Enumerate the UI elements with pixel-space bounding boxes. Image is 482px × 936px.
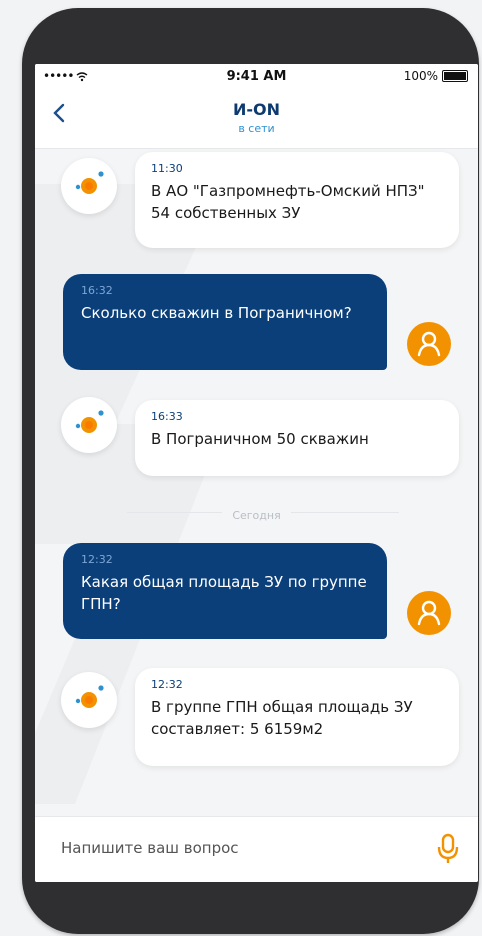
chat-header: И-ON в сети (35, 90, 478, 149)
battery-indicator: 100% (404, 69, 468, 83)
user-avatar (407, 591, 451, 635)
message-text: Сколько скважин в Пограничном? (81, 304, 352, 322)
status-bar: ••••• 9:41 AM 100% (35, 64, 478, 90)
message-bubble: 16:33 В Пограничном 50 скважин (135, 400, 459, 476)
message-text: Какая общая площадь ЗУ по группе ГПН? (81, 573, 367, 613)
message-time: 16:33 (151, 410, 183, 423)
message-bubble: 11:30 В АО "Газпромнефть-Омский НПЗ" 54 … (135, 152, 459, 248)
microphone-button[interactable] (436, 833, 460, 865)
composer: Напишите ваш вопрос (35, 816, 478, 882)
user-avatar (407, 322, 451, 366)
bot-logo-icon (75, 410, 104, 433)
message-bubble: 12:32 В группе ГПН общая площадь ЗУ сост… (135, 668, 459, 766)
battery-icon (442, 70, 468, 82)
user-icon (417, 600, 441, 626)
user-icon (417, 331, 441, 357)
message-time: 16:32 (81, 284, 113, 297)
message-bubble: 16:32 Сколько скважин в Пограничном? (63, 274, 387, 370)
message-time: 12:32 (81, 553, 113, 566)
microphone-icon (437, 833, 459, 863)
date-divider-label: Сегодня (222, 509, 291, 522)
message-text: В Пограничном 50 скважин (151, 430, 369, 448)
online-status: в сети (238, 122, 275, 135)
message-text: В группе ГПН общая площадь ЗУ составляет… (151, 698, 413, 738)
bot-logo-icon (75, 171, 104, 194)
message-input[interactable]: Напишите ваш вопрос (61, 839, 239, 857)
bot-avatar (61, 672, 117, 728)
bot-avatar (61, 397, 117, 453)
bot-logo-icon (75, 685, 104, 708)
chat-screen: ••••• 9:41 AM 100% И-ON в сети 11:30 В А… (35, 64, 478, 882)
chat-title: И-ON (232, 100, 281, 119)
device-bottom-bezel (35, 882, 478, 934)
message-time: 11:30 (151, 162, 183, 175)
message-text: В АО "Газпромнефть-Омский НПЗ" 54 собств… (151, 182, 425, 222)
message-bubble: 12:32 Какая общая площадь ЗУ по группе Г… (63, 543, 387, 639)
date-divider: Сегодня (35, 504, 478, 523)
message-time: 12:32 (151, 678, 183, 691)
bot-avatar (61, 158, 117, 214)
